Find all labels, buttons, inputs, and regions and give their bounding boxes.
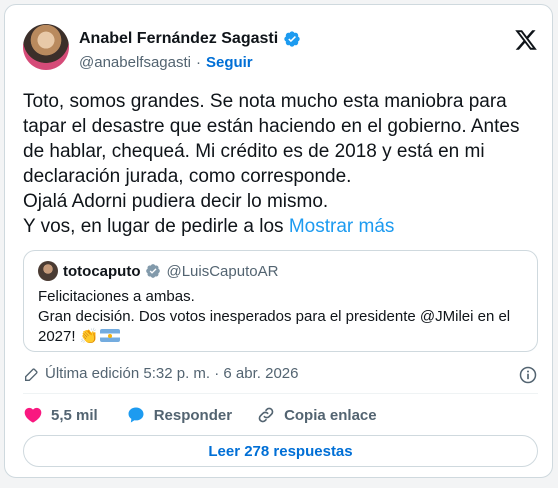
read-replies-button[interactable]: Leer 278 respuestas — [23, 435, 538, 467]
author-avatar[interactable] — [23, 24, 69, 70]
tweet-header: Anabel Fernández Sagasti @anabelfsagasti… — [23, 20, 538, 76]
show-more-link[interactable]: Mostrar más — [289, 216, 395, 237]
quoted-verified-badge-icon — [146, 264, 161, 278]
tweet-text: Toto, somos grandes. Se nota mucho esta … — [23, 89, 538, 239]
x-logo-icon[interactable] — [514, 28, 538, 52]
follow-button[interactable]: Seguir — [206, 54, 253, 71]
link-icon — [258, 407, 274, 423]
like-button[interactable]: 5,5 mil — [23, 405, 98, 425]
author-name[interactable]: Anabel Fernández Sagasti — [79, 30, 278, 48]
author-handle[interactable]: @anabelfsagasti — [79, 54, 191, 71]
speech-bubble-icon — [128, 407, 144, 423]
quoted-avatar — [38, 261, 58, 281]
quoted-author-handle: @LuisCaputoAR — [166, 262, 279, 280]
reply-button[interactable]: Responder — [126, 405, 232, 425]
verified-badge-icon — [284, 31, 300, 47]
quoted-author-name: totocaputo — [63, 262, 141, 280]
edited-timestamp[interactable]: Última edición 5:32 p. m. · 6 abr. 2026 — [45, 365, 298, 382]
author-handle-row: @anabelfsagasti · Seguir — [79, 54, 253, 71]
copy-link-button[interactable]: Copia enlace — [256, 405, 377, 425]
tweet-body: Toto, somos grandes. Se nota mucho esta … — [23, 91, 520, 237]
quoted-tweet[interactable]: totocaputo @LuisCaputoAR Felicitaciones … — [23, 250, 538, 352]
like-count: 5,5 mil — [51, 406, 98, 424]
action-bar: 5,5 mil Responder Copia enlace — [23, 403, 377, 427]
argentina-flag-icon — [100, 329, 121, 342]
author-name-row: Anabel Fernández Sagasti — [79, 30, 301, 48]
quoted-header: totocaputo @LuisCaputoAR — [38, 261, 278, 281]
heart-icon — [24, 407, 42, 423]
divider — [23, 393, 538, 394]
pencil-icon — [25, 368, 38, 381]
clapping-hands-icon: 👏 — [79, 328, 99, 345]
reply-label: Responder — [153, 406, 233, 424]
copy-link-label: Copia enlace — [284, 406, 377, 424]
tweet-card: Anabel Fernández Sagasti @anabelfsagasti… — [4, 4, 553, 478]
quoted-text: Felicitaciones a ambas. Gran decisión. D… — [38, 287, 528, 347]
separator-dot: · — [195, 54, 201, 71]
tweet-meta: Última edición 5:32 p. m. · 6 abr. 2026 — [23, 365, 538, 385]
info-icon[interactable] — [518, 365, 538, 385]
